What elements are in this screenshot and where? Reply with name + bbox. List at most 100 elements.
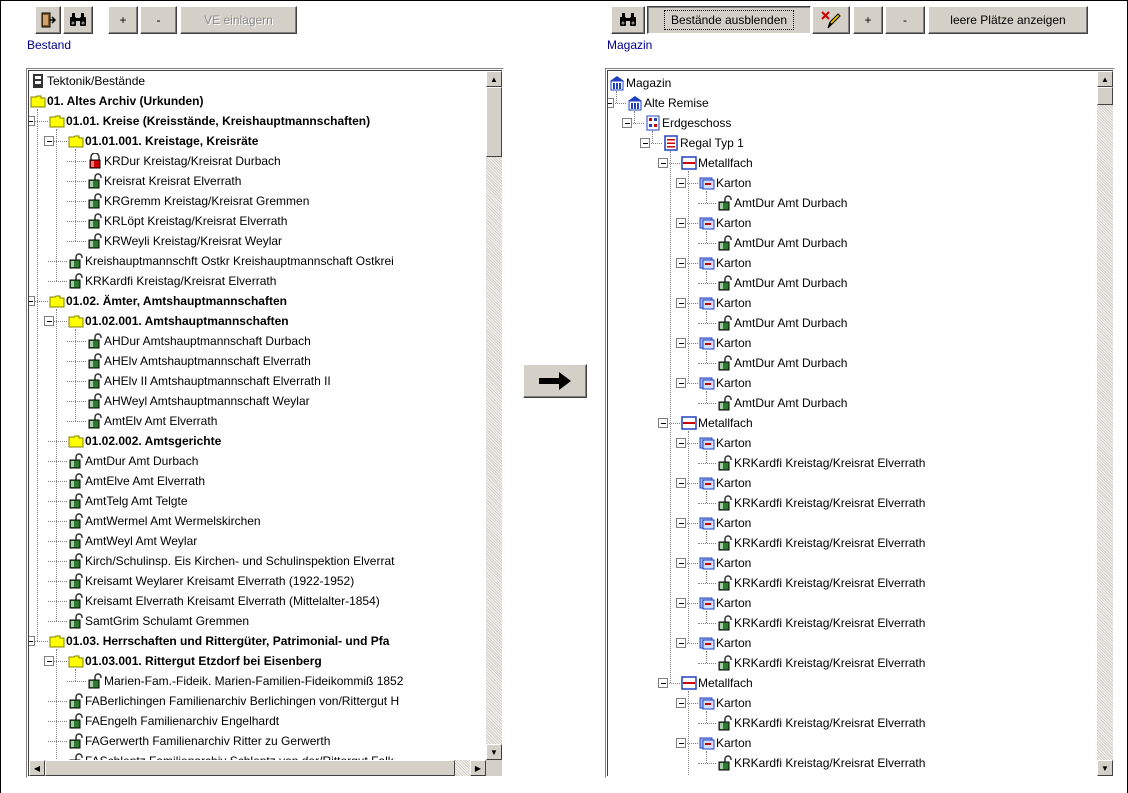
- tree-node[interactable]: AmtWeyl Amt Weylar: [29, 531, 486, 551]
- collapse-toggle[interactable]: [44, 136, 54, 146]
- transfer-button[interactable]: [523, 364, 587, 398]
- tree-node[interactable]: FABerlichingen Familienarchiv Berliching…: [29, 691, 486, 711]
- scroll-up-button[interactable]: ▲: [486, 71, 502, 87]
- tree-node[interactable]: Karton: [608, 633, 1097, 653]
- edit-button[interactable]: [812, 6, 850, 34]
- tree-node[interactable]: KRKardfi Kreistag/Kreisrat Elverrath: [608, 453, 1097, 473]
- tree-node[interactable]: Karton: [608, 473, 1097, 493]
- tree-node[interactable]: AmtElv Amt Elverrath: [29, 411, 486, 431]
- tree-node[interactable]: Marien-Fam.-Fideik. Marien-Familien-Fide…: [29, 671, 486, 691]
- tree-node[interactable]: 01.02. Ämter, Amtshauptmannschaften: [29, 291, 486, 311]
- left-collapse-button[interactable]: -: [140, 6, 177, 34]
- tree-node[interactable]: Karton: [608, 433, 1097, 453]
- tree-node[interactable]: KRLöpt Kreistag/Kreisrat Elverrath: [29, 211, 486, 231]
- collapse-toggle[interactable]: [622, 118, 632, 128]
- collapse-toggle[interactable]: [44, 316, 54, 326]
- tree-node[interactable]: Regal Typ 1: [608, 133, 1097, 153]
- tree-node[interactable]: KRKardfi Kreistag/Kreisrat Elverrath: [608, 493, 1097, 513]
- tree-node[interactable]: AmtTelg Amt Telgte: [29, 491, 486, 511]
- tree-node[interactable]: 01.01.001. Kreistage, Kreisräte: [29, 131, 486, 151]
- tree-node[interactable]: AmtDur Amt Durbach: [29, 451, 486, 471]
- tree-node[interactable]: Alte Remise: [608, 93, 1097, 113]
- collapse-toggle[interactable]: [658, 158, 668, 168]
- tree-node[interactable]: AHWeyl Amtshauptmannschaft Weylar: [29, 391, 486, 411]
- scroll-thumb[interactable]: [1097, 87, 1113, 105]
- tree-node[interactable]: FAEngelh Familienarchiv Engelhardt: [29, 711, 486, 731]
- exit-button[interactable]: [35, 6, 61, 34]
- collapse-toggle[interactable]: [676, 378, 686, 388]
- tree-node[interactable]: Kreisrat Kreisrat Elverrath: [29, 171, 486, 191]
- tree-node[interactable]: AmtDur Amt Durbach: [608, 393, 1097, 413]
- collapse-toggle[interactable]: [676, 638, 686, 648]
- collapse-toggle[interactable]: [29, 636, 35, 646]
- tree-node[interactable]: KRDur Kreistag/Kreisrat Durbach: [29, 151, 486, 171]
- collapse-toggle[interactable]: [676, 298, 686, 308]
- collapse-toggle[interactable]: [29, 116, 35, 126]
- tree-node[interactable]: KRKardfi Kreistag/Kreisrat Elverrath: [608, 613, 1097, 633]
- tree-node[interactable]: KRKardfi Kreistag/Kreisrat Elverrath: [608, 573, 1097, 593]
- tree-node[interactable]: AmtDur Amt Durbach: [608, 313, 1097, 333]
- collapse-toggle[interactable]: [640, 138, 650, 148]
- collapse-toggle[interactable]: [676, 478, 686, 488]
- collapse-toggle[interactable]: [676, 518, 686, 528]
- tree-node[interactable]: KRKardfi Kreistag/Kreisrat Elverrath: [608, 533, 1097, 553]
- magazin-vertical-scrollbar[interactable]: ▲ ▼: [1097, 71, 1113, 776]
- tree-node[interactable]: 01.03. Herrschaften und Rittergüter, Pat…: [29, 631, 486, 651]
- tree-node[interactable]: Karton: [608, 513, 1097, 533]
- tree-node[interactable]: Tektonik/Bestände: [29, 71, 486, 91]
- tree-node[interactable]: AmtElve Amt Elverrath: [29, 471, 486, 491]
- tree-node[interactable]: AmtDur Amt Durbach: [608, 193, 1097, 213]
- scroll-thumb[interactable]: [486, 87, 502, 157]
- tree-node[interactable]: Karton: [608, 333, 1097, 353]
- tree-node[interactable]: AHDur Amtshauptmannschaft Durbach: [29, 331, 486, 351]
- collapse-toggle[interactable]: [676, 598, 686, 608]
- collapse-toggle[interactable]: [676, 258, 686, 268]
- tree-node[interactable]: Karton: [608, 213, 1097, 233]
- collapse-toggle[interactable]: [676, 218, 686, 228]
- collapse-toggle[interactable]: [676, 738, 686, 748]
- tree-node[interactable]: Erdgeschoss: [608, 113, 1097, 133]
- right-search-button[interactable]: [611, 6, 645, 34]
- tree-node[interactable]: Kreishauptmannschft Ostkr Kreishauptmann…: [29, 251, 486, 271]
- tree-node[interactable]: Kreisamt Elverrath Kreisamt Elverrath (M…: [29, 591, 486, 611]
- tree-node[interactable]: Karton: [608, 293, 1097, 313]
- tree-node[interactable]: KRGremm Kreistag/Kreisrat Gremmen: [29, 191, 486, 211]
- tree-node[interactable]: Karton: [608, 773, 1097, 776]
- collapse-toggle[interactable]: [676, 438, 686, 448]
- bestand-tree[interactable]: Tektonik/Bestände 01. Altes Archiv (Urkun…: [29, 71, 486, 776]
- tree-node[interactable]: AmtWermel Amt Wermelskirchen: [29, 511, 486, 531]
- left-search-button[interactable]: [63, 6, 93, 34]
- tree-node[interactable]: Karton: [608, 253, 1097, 273]
- show-empty-places-button[interactable]: leere Plätze anzeigen: [928, 6, 1088, 34]
- hide-stocks-button[interactable]: Bestände ausblenden: [647, 6, 811, 34]
- collapse-toggle[interactable]: [676, 178, 686, 188]
- bestand-horizontal-scrollbar[interactable]: ◀ ▶: [29, 760, 486, 776]
- tree-node[interactable]: KRKardfi Kreistag/Kreisrat Elverrath: [608, 713, 1097, 733]
- scroll-down-button[interactable]: ▼: [1097, 760, 1113, 776]
- collapse-toggle[interactable]: [29, 296, 35, 306]
- left-expand-button[interactable]: +: [108, 6, 138, 34]
- bestand-vertical-scrollbar[interactable]: ▲ ▼: [486, 71, 502, 760]
- tree-node[interactable]: FAGerwerth Familienarchiv Ritter zu Gerw…: [29, 731, 486, 751]
- scroll-left-button[interactable]: ◀: [29, 760, 45, 776]
- tree-node[interactable]: 01.02.001. Amtshauptmannschaften: [29, 311, 486, 331]
- tree-node[interactable]: AHElv II Amtshauptmannschaft Elverrath I…: [29, 371, 486, 391]
- collapse-toggle[interactable]: [676, 698, 686, 708]
- tree-node[interactable]: KRKardfi Kreistag/Kreisrat Elverrath: [608, 753, 1097, 773]
- tree-node[interactable]: Kreisamt Weylarer Kreisamt Elverrath (19…: [29, 571, 486, 591]
- tree-node[interactable]: 01.01. Kreise (Kreisstände, Kreishauptma…: [29, 111, 486, 131]
- tree-node[interactable]: KRWeyli Kreistag/Kreisrat Weylar: [29, 231, 486, 251]
- scroll-up-button[interactable]: ▲: [1097, 71, 1113, 87]
- right-collapse-button[interactable]: -: [885, 6, 925, 34]
- tree-node[interactable]: Karton: [608, 173, 1097, 193]
- ve-einlagern-button[interactable]: VE einlagern: [180, 6, 297, 34]
- tree-node[interactable]: 01. Altes Archiv (Urkunden): [29, 91, 486, 111]
- collapse-toggle[interactable]: [658, 418, 668, 428]
- collapse-toggle[interactable]: [658, 678, 668, 688]
- tree-node[interactable]: 01.03.001. Rittergut Etzdorf bei Eisenbe…: [29, 651, 486, 671]
- collapse-toggle[interactable]: [676, 338, 686, 348]
- tree-node[interactable]: Metallfach: [608, 673, 1097, 693]
- collapse-toggle[interactable]: [44, 656, 54, 666]
- collapse-toggle[interactable]: [676, 558, 686, 568]
- tree-node[interactable]: Karton: [608, 693, 1097, 713]
